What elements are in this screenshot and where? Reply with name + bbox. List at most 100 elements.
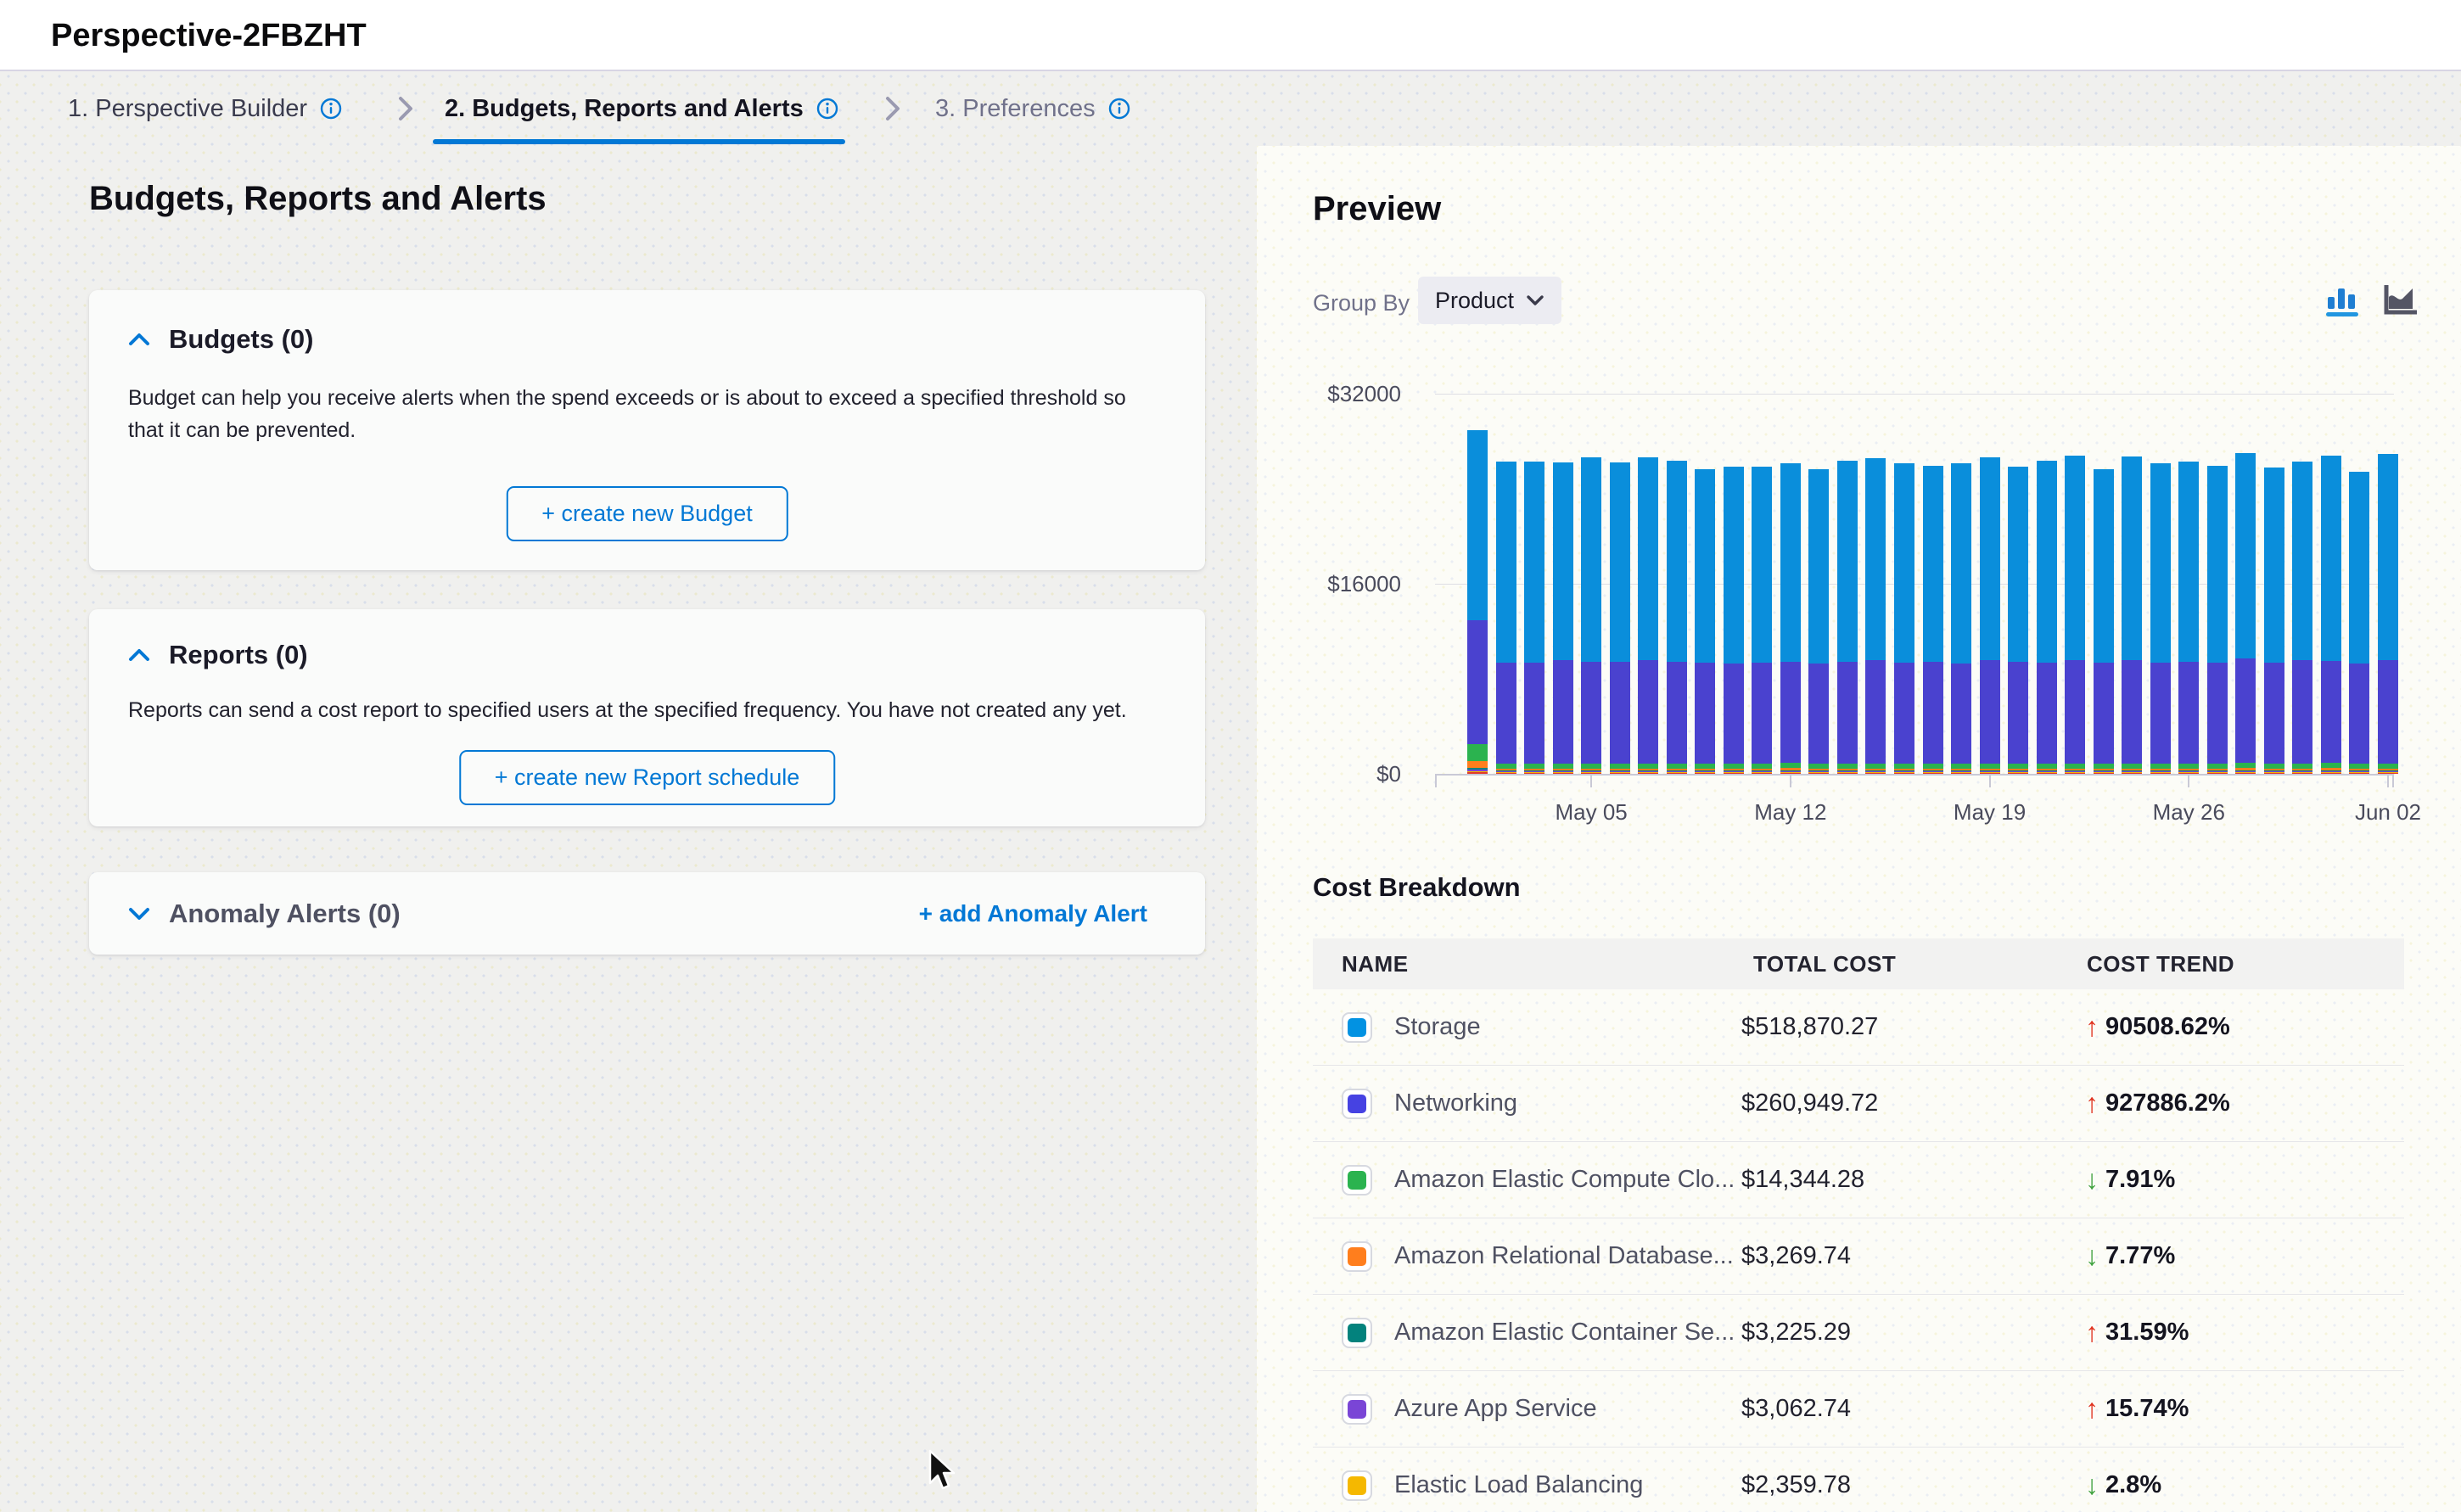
bar-segment [1865, 764, 1886, 769]
table-row: Amazon Elastic Compute Clo...$14,344.28↓… [1313, 1142, 2404, 1218]
swatch-color [1348, 1171, 1366, 1190]
bar-segment [2150, 771, 2171, 772]
bar-segment [1667, 769, 1687, 770]
bar-segment [1553, 769, 1573, 770]
tab-label: 1. Perspective Builder [68, 95, 307, 123]
total-cost-value: $14,344.28 [1741, 1166, 2085, 1194]
bar-segment [2037, 663, 2057, 764]
x-axis-label: May 26 [2121, 799, 2256, 826]
stacked-bar [2321, 394, 2341, 774]
chevron-right-icon [392, 95, 418, 122]
bar-segment [2065, 773, 2085, 774]
bar-chart-icon[interactable] [2323, 280, 2362, 319]
bar-segment [1837, 764, 1858, 769]
info-icon[interactable] [816, 97, 839, 120]
bar-segment [1894, 773, 1914, 774]
create-budget-button[interactable]: + create new Budget [506, 486, 788, 541]
total-cost-value: $3,269.74 [1741, 1242, 2085, 1270]
bar-segment [2321, 771, 2341, 772]
bar-segment [1496, 771, 1516, 772]
bar-segment [1610, 773, 1630, 774]
tab-preferences[interactable]: 3. Preferences [935, 73, 1131, 144]
y-axis-label: $32000 [1257, 381, 1401, 407]
info-icon[interactable] [319, 97, 343, 120]
column-header-name: NAME [1313, 951, 1741, 977]
bar-segment [2122, 660, 2142, 764]
bar-segment [1808, 769, 1829, 770]
bar-segment [1894, 772, 1914, 773]
bar-segment [1837, 769, 1858, 770]
bar-segment [1923, 662, 1943, 764]
bar-segment [1865, 771, 1886, 772]
reports-description: Reports can send a cost report to specif… [128, 694, 1127, 726]
chevron-up-icon [128, 648, 150, 662]
bar-segment [2122, 769, 2142, 770]
series-color-swatch [1342, 1241, 1372, 1272]
bar-segment [1496, 764, 1516, 769]
bar-segment [2321, 770, 2341, 771]
section-heading: Budgets, Reports and Alerts [89, 180, 547, 218]
stacked-bar [1638, 394, 1658, 774]
bar-segment [1837, 771, 1858, 772]
bar-segment [1923, 773, 1943, 774]
bar-segment [1923, 772, 1943, 773]
bar-segment [1667, 461, 1687, 662]
page-title: Perspective-2FBZHT [51, 0, 367, 71]
bar-segment [2094, 764, 2114, 769]
bar-segment [1553, 764, 1573, 769]
bar-segment [2150, 463, 2171, 663]
anomaly-alerts-card: Anomaly Alerts (0) + add Anomaly Alert [89, 872, 1205, 955]
bar-segment [2349, 772, 2369, 773]
anomaly-section-header[interactable]: Anomaly Alerts (0) [128, 872, 401, 955]
top-header-bar: Perspective-2FBZHT [0, 0, 2461, 71]
bar-segment [1724, 772, 1744, 773]
bar-segment [1695, 772, 1715, 773]
info-icon[interactable] [1107, 97, 1131, 120]
bar-segment [1467, 771, 1488, 772]
trend-percent: 927886.2% [2105, 1089, 2230, 1117]
trend-up-arrow-icon: ↑ [2085, 1317, 2099, 1348]
y-axis-label: $0 [1257, 761, 1401, 787]
group-by-dropdown[interactable]: Product [1418, 277, 1561, 324]
create-report-schedule-button[interactable]: + create new Report schedule [459, 750, 835, 805]
mouse-cursor [927, 1449, 961, 1493]
area-chart-icon[interactable] [2382, 280, 2421, 319]
tab-budgets-reports-alerts[interactable]: 2. Budgets, Reports and Alerts [445, 73, 839, 144]
table-row: Storage$518,870.27↑90508.62% [1313, 989, 2404, 1066]
bar-segment [2094, 772, 2114, 773]
reports-section-header[interactable]: Reports (0) [128, 640, 308, 670]
tab-perspective-builder[interactable]: 1. Perspective Builder [68, 73, 343, 144]
bar-segment [1667, 764, 1687, 769]
bar-segment [2150, 772, 2171, 773]
total-cost-value: $3,062.74 [1741, 1395, 2085, 1423]
bar-segment [2292, 769, 2312, 770]
bar-segment [2207, 771, 2228, 772]
bar-segment [1496, 773, 1516, 774]
bar-segment [1610, 662, 1630, 764]
bar-segment [1980, 764, 2000, 769]
bar-segment [2008, 764, 2028, 769]
stacked-bar [2065, 394, 2085, 774]
bar-segment [1553, 771, 1573, 772]
stacked-bar [1865, 394, 1886, 774]
bar-segment [1780, 771, 1801, 772]
add-anomaly-alert-link[interactable]: + add Anomaly Alert [919, 872, 1147, 955]
table-body: Storage$518,870.27↑90508.62%Networking$2… [1313, 989, 2404, 1512]
bar-segment [1724, 770, 1744, 771]
bar-segment [2150, 773, 2171, 774]
cost-breakdown-title: Cost Breakdown [1313, 872, 1521, 903]
bar-segment [1638, 764, 1658, 769]
budgets-description: Budget can help you receive alerts when … [128, 382, 1142, 446]
trend-percent: 2.8% [2105, 1471, 2161, 1499]
y-axis-label: $16000 [1257, 571, 1401, 597]
bar-segment [1752, 771, 1772, 772]
stacked-bar [2008, 394, 2028, 774]
bar-segment [1524, 764, 1544, 769]
bar-segment [1837, 770, 1858, 771]
budgets-section-header[interactable]: Budgets (0) [128, 324, 314, 355]
row-name-cell: Elastic Load Balancing [1313, 1470, 1741, 1501]
bar-segment [2037, 773, 2057, 774]
bar-segment [2321, 773, 2341, 774]
bar-segment [1951, 771, 1971, 772]
cost-trend-value: ↑31.59% [2085, 1317, 2404, 1348]
